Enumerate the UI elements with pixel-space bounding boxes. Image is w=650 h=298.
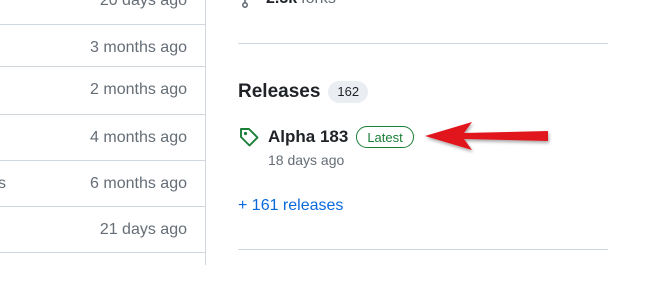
- section-divider: [238, 249, 608, 250]
- repo-forked-icon: [242, 0, 248, 8]
- commit-date[interactable]: 2 months ago: [90, 67, 187, 113]
- more-releases-link[interactable]: + 161 releases: [238, 197, 343, 215]
- releases-count-badge: 162: [328, 81, 369, 103]
- section-divider: [238, 43, 608, 44]
- releases-heading[interactable]: Releases 162: [238, 78, 369, 106]
- release-name-link[interactable]: Alpha 183: [268, 127, 348, 147]
- releases-title[interactable]: Releases: [238, 78, 320, 106]
- file-name-fragment[interactable]: s: [0, 161, 6, 207]
- commit-date[interactable]: 21 days ago: [100, 207, 187, 253]
- forks-link[interactable]: 2.5k forks: [238, 0, 336, 11]
- forks-count: 2.5k: [266, 0, 297, 11]
- forks-label: forks: [301, 0, 336, 11]
- latest-release: Alpha 183 Latest 18 days ago: [238, 124, 414, 168]
- file-row[interactable]: [0, 252, 205, 298]
- file-row[interactable]: s 6 months ago: [0, 160, 205, 206]
- commit-date[interactable]: 4 months ago: [90, 115, 187, 161]
- red-arrow-icon: [425, 122, 548, 150]
- file-list: 20 days ago 3 months ago 2 months ago 4 …: [0, 0, 206, 265]
- commit-date[interactable]: 20 days ago: [100, 0, 187, 24]
- commit-date[interactable]: 3 months ago: [90, 25, 187, 71]
- file-row[interactable]: 21 days ago: [0, 206, 205, 252]
- latest-badge: Latest: [356, 126, 414, 148]
- commit-date[interactable]: 6 months ago: [90, 161, 187, 207]
- file-row[interactable]: 3 months ago: [0, 24, 205, 70]
- tag-icon: [240, 128, 259, 147]
- release-date: 18 days ago: [268, 152, 345, 168]
- file-row[interactable]: 2 months ago: [0, 66, 205, 112]
- file-row[interactable]: 20 days ago: [0, 0, 205, 24]
- file-row[interactable]: 4 months ago: [0, 114, 205, 160]
